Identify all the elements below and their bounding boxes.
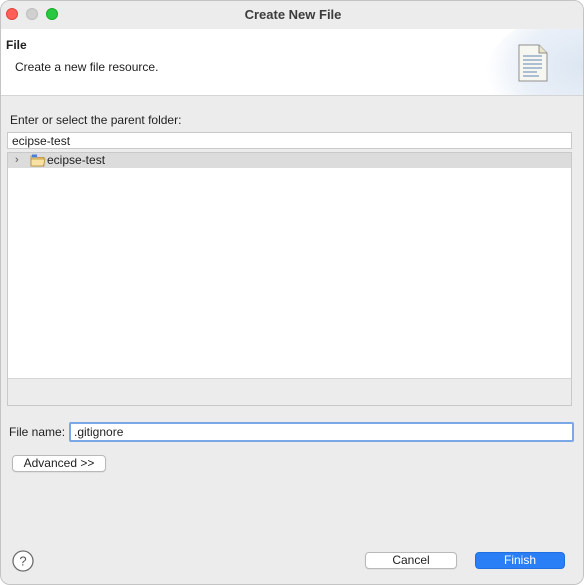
advanced-button[interactable]: Advanced >> [12, 455, 106, 472]
file-name-input[interactable]: .gitignore [69, 422, 574, 442]
wizard-banner: File Create a new file resource. [1, 29, 583, 96]
tree-item-label: ecipse-test [47, 153, 106, 167]
file-name-label: File name: [9, 425, 66, 439]
finish-button[interactable]: Finish [475, 552, 565, 569]
window-title: Create New File [244, 7, 342, 22]
cancel-button[interactable]: Cancel [365, 552, 457, 569]
chevron-right-icon[interactable]: › [15, 154, 19, 166]
tree-footer [8, 378, 571, 405]
file-document-icon [518, 44, 548, 82]
project-folder-icon [30, 154, 46, 167]
banner-title: File [6, 38, 27, 52]
svg-text:?: ? [19, 554, 26, 569]
folder-tree[interactable]: › ecipse-test [7, 152, 572, 406]
create-new-file-dialog: Create New File File Create a new file r… [0, 0, 584, 585]
help-icon[interactable]: ? [12, 550, 34, 572]
banner-description: Create a new file resource. [15, 60, 159, 74]
parent-folder-label: Enter or select the parent folder: [10, 113, 182, 127]
title-bar[interactable]: Create New File [1, 1, 583, 29]
parent-folder-input[interactable]: ecipse-test [7, 132, 572, 149]
tree-item-ecipse-test[interactable]: › ecipse-test [8, 153, 571, 168]
